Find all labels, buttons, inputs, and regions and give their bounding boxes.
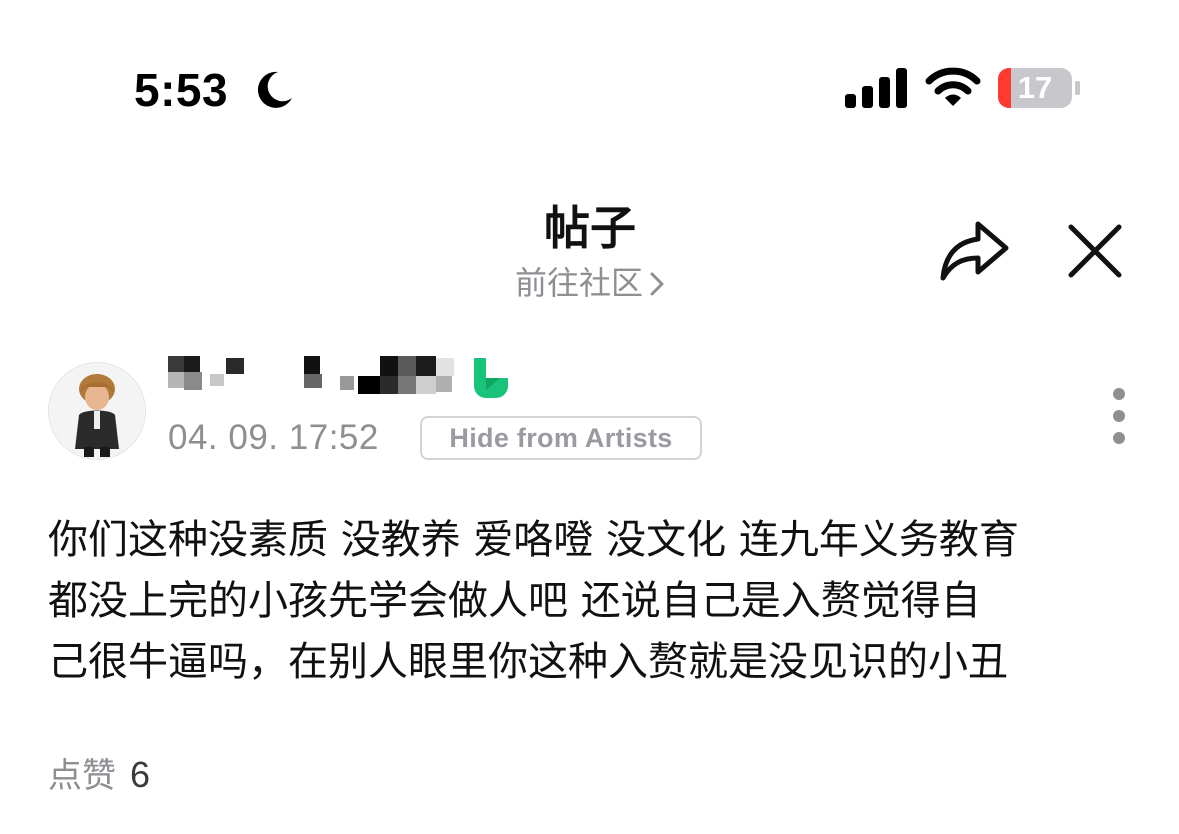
share-icon[interactable] [938,218,1012,282]
moon-icon [257,71,292,108]
likes-number: 6 [130,754,151,795]
post-content: 你们这种没素质 没教养 爱咯噔 没文化 连九年义务教育 都没上完的小孩先学会做人… [48,517,1019,685]
avatar-figure [49,363,145,459]
close-icon[interactable] [1066,222,1124,280]
go-to-community-link[interactable]: 前往社区 [440,260,740,306]
battery-level: 17 [1017,70,1053,105]
likes-label: 点赞 [48,756,116,796]
post-date: 04. 09. 17:52 [168,418,379,457]
like-count[interactable]: 点赞 6 [48,752,150,799]
more-vertical-icon[interactable] [1100,386,1138,452]
hide-from-artists-badge: Hide from Artists [420,416,702,460]
chevron-right-icon [650,272,664,296]
verified-badge-icon [474,358,508,398]
wifi-icon [925,67,981,106]
page-title: 帖子 [544,201,636,255]
signal-icon [845,68,907,108]
avatar[interactable] [48,362,146,460]
status-time: 5:53 [134,64,229,116]
community-link-label: 前往社区 [514,264,643,302]
